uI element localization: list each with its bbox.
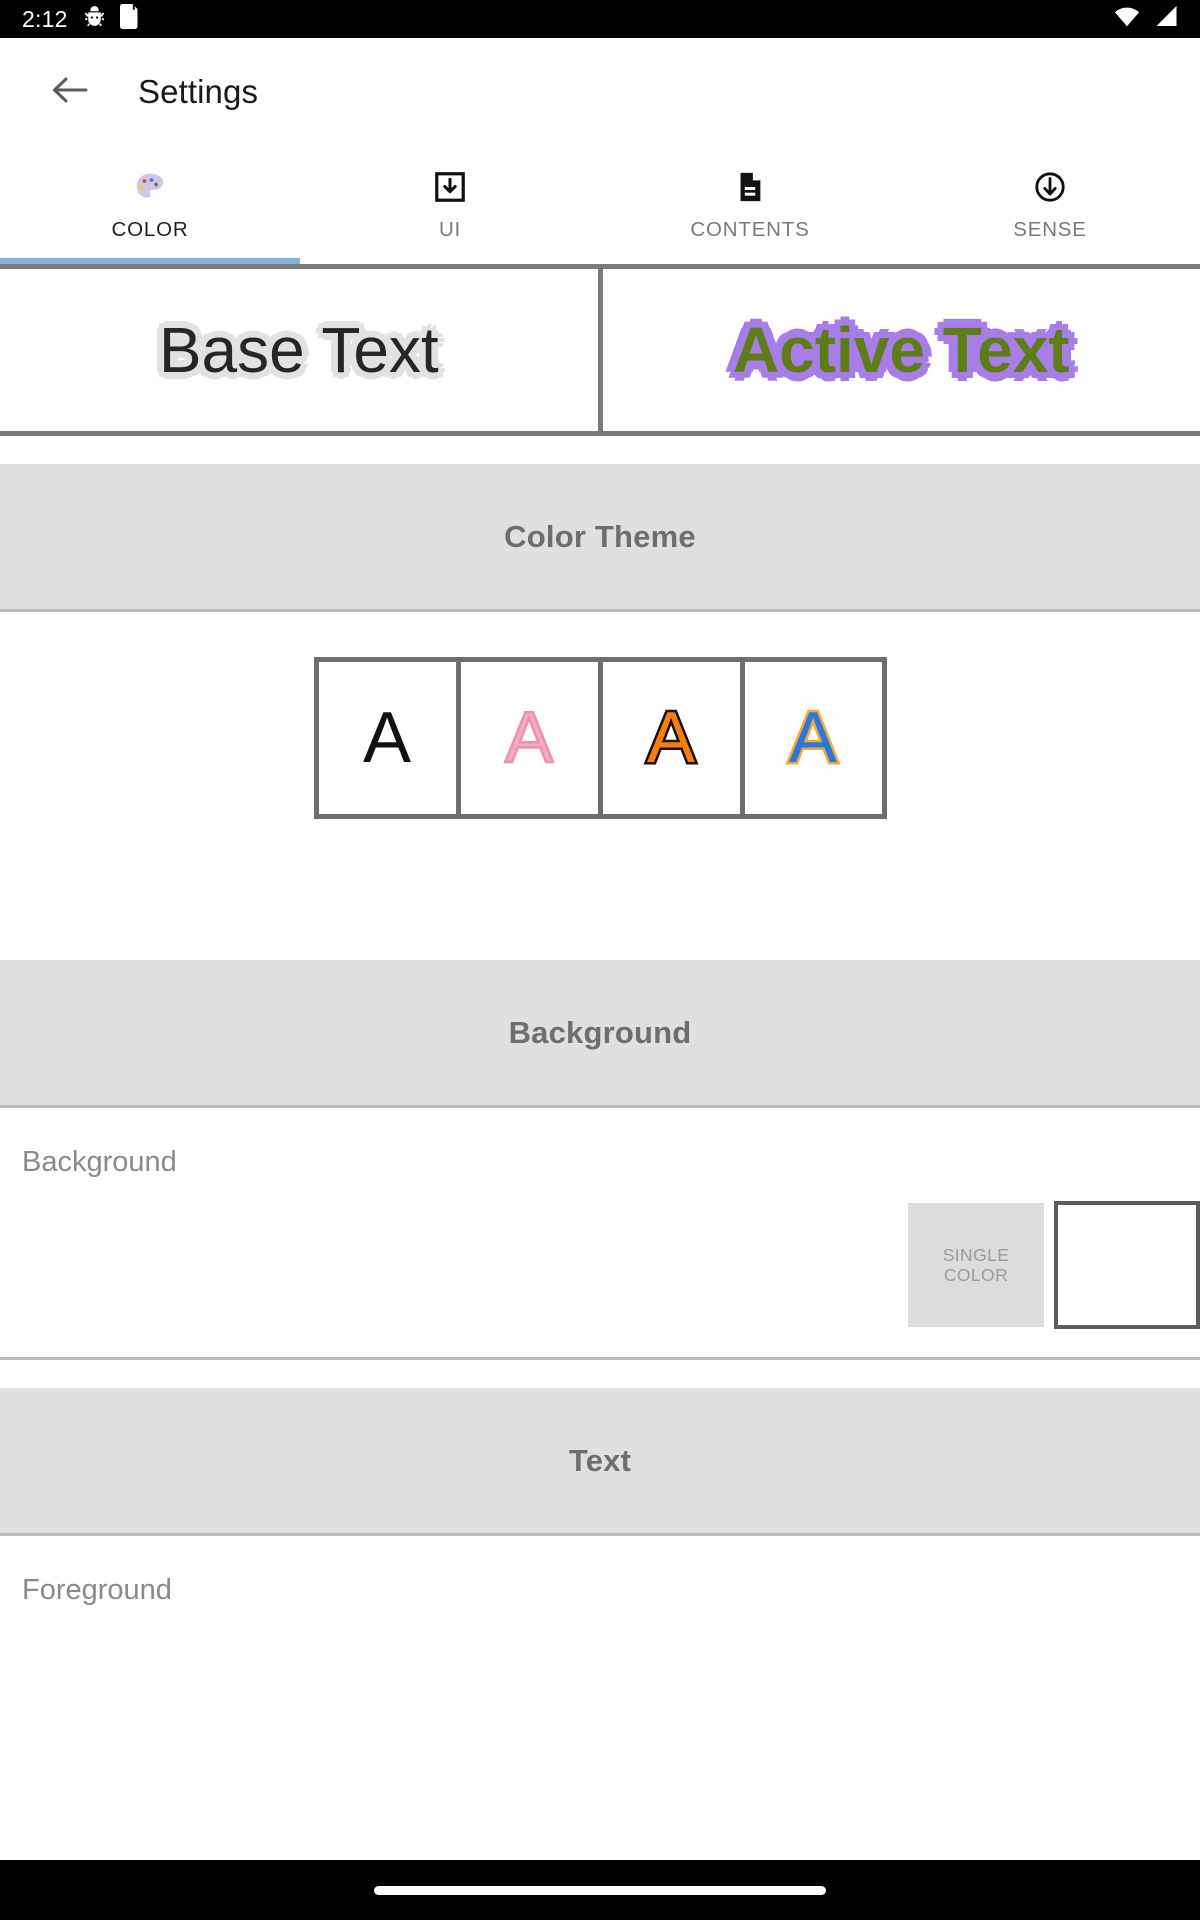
section-header-text: Text bbox=[0, 1388, 1200, 1536]
system-nav-bar bbox=[0, 1860, 1200, 1920]
section-header-background: Background bbox=[0, 960, 1200, 1108]
active-text-sample: Active Text bbox=[732, 314, 1070, 386]
spacer-below-color-theme bbox=[0, 864, 1200, 960]
android-debug-icon bbox=[82, 4, 107, 34]
home-gesture-pill[interactable] bbox=[374, 1885, 826, 1895]
circle-arrow-down-icon bbox=[1033, 169, 1067, 205]
tab-label-ui: UI bbox=[438, 217, 462, 241]
tab-contents[interactable]: CONTENTS bbox=[600, 146, 900, 264]
app-bar: Settings bbox=[0, 38, 1200, 146]
section-title-color-theme: Color Theme bbox=[504, 518, 696, 554]
foreground-row-label: Foreground bbox=[0, 1536, 1200, 1607]
document-icon bbox=[733, 169, 767, 205]
section-title-background: Background bbox=[508, 1014, 692, 1050]
theme-letter: A bbox=[362, 698, 412, 778]
color-theme-strip: A A A A bbox=[313, 657, 887, 819]
tab-label-color: COLOR bbox=[111, 217, 189, 241]
tab-color[interactable]: COLOR bbox=[0, 146, 300, 264]
section-header-color-theme: Color Theme bbox=[0, 464, 1200, 612]
sd-card-icon bbox=[119, 4, 140, 34]
download-box-icon bbox=[433, 169, 467, 205]
tab-sense[interactable]: SENSE bbox=[900, 146, 1200, 264]
page-title: Settings bbox=[138, 73, 259, 110]
tab-bar: COLOR UI CONTENTS SENSE bbox=[0, 146, 1200, 264]
tab-ui[interactable]: UI bbox=[300, 146, 600, 264]
text-preview-row: Base Text Active Text bbox=[0, 264, 1200, 436]
tab-label-sense: SENSE bbox=[1013, 217, 1087, 241]
background-controls: SINGLE COLOR bbox=[0, 1179, 1200, 1357]
single-color-button[interactable]: SINGLE COLOR bbox=[908, 1203, 1044, 1327]
color-theme-option-pink[interactable]: A bbox=[460, 662, 598, 814]
color-theme-option-black[interactable]: A bbox=[318, 662, 456, 814]
status-bar-left-icons bbox=[82, 4, 140, 34]
status-bar: 2:12 bbox=[0, 0, 1200, 38]
background-row-label: Background bbox=[22, 1146, 177, 1178]
background-color-swatch[interactable] bbox=[1054, 1201, 1200, 1329]
back-arrow-icon bbox=[52, 75, 88, 110]
active-text-preview[interactable]: Active Text bbox=[602, 269, 1200, 431]
base-text-sample: Base Text bbox=[158, 314, 439, 386]
color-theme-option-blue-orange[interactable]: A bbox=[744, 662, 882, 814]
back-button[interactable] bbox=[42, 64, 98, 120]
theme-letter: A bbox=[644, 698, 697, 778]
status-bar-time: 2:12 bbox=[22, 5, 68, 32]
wifi-icon bbox=[1114, 7, 1140, 32]
tab-label-contents: CONTENTS bbox=[690, 217, 810, 241]
theme-letter: A bbox=[504, 698, 555, 778]
signal-icon bbox=[1154, 6, 1178, 32]
status-bar-right-icons bbox=[1114, 0, 1178, 38]
palette-icon bbox=[133, 169, 167, 205]
tab-active-indicator bbox=[0, 258, 300, 264]
background-setting-row: Background SINGLE COLOR bbox=[0, 1108, 1200, 1360]
spacer-above-color-theme bbox=[0, 436, 1200, 464]
base-text-preview[interactable]: Base Text bbox=[0, 269, 603, 431]
color-theme-swatch-row: A A A A bbox=[0, 612, 1200, 864]
color-theme-option-orange-black[interactable]: A bbox=[602, 662, 740, 814]
spacer-below-background bbox=[0, 1360, 1200, 1388]
section-title-text: Text bbox=[568, 1442, 632, 1478]
theme-letter: A bbox=[786, 698, 839, 778]
